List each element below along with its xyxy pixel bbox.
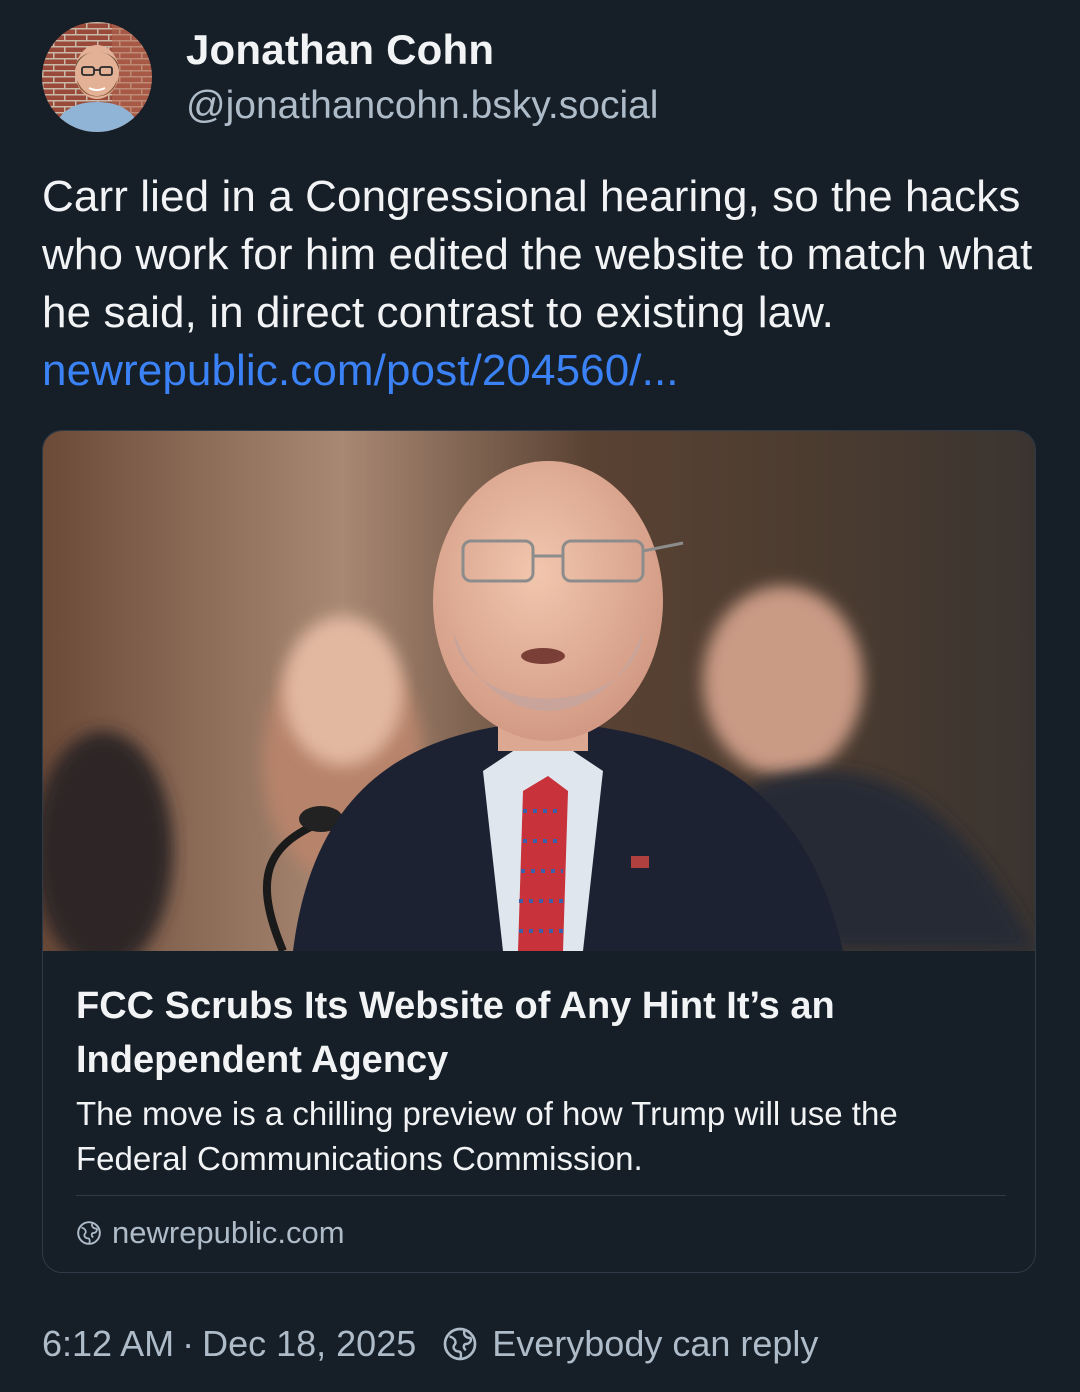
globe-icon: [443, 1327, 477, 1361]
post-text: Carr lied in a Congressional hearing, so…: [42, 172, 1033, 337]
link-preview-card[interactable]: FCC Scrubs Its Website of Any Hint It’s …: [42, 430, 1036, 1273]
reply-settings[interactable]: Everybody can reply: [442, 1323, 818, 1365]
author-display-name[interactable]: Jonathan Cohn: [186, 26, 494, 74]
author-handle[interactable]: @jonathancohn.bsky.social: [186, 84, 658, 128]
link-preview-description: The move is a chilling preview of how Tr…: [76, 1095, 898, 1177]
author-avatar[interactable]: [42, 22, 152, 132]
meta-separator: ·: [182, 1323, 195, 1364]
post-meta: 6:12 AM · Dec 18, 2025 Everybody can rep…: [42, 1320, 818, 1368]
post-date[interactable]: Dec 18, 2025: [202, 1323, 416, 1365]
link-preview-domain: newrepublic.com: [112, 1215, 345, 1250]
avatar-image: [42, 22, 152, 132]
post-thread-view: Jonathan Cohn @jonathancohn.bsky.social …: [0, 0, 1080, 1392]
link-preview-title[interactable]: FCC Scrubs Its Website of Any Hint It’s …: [76, 979, 1006, 1087]
globe-icon: [77, 1221, 101, 1245]
link-preview-image: [43, 431, 1035, 951]
post-link[interactable]: newrepublic.com/post/204560/...: [42, 346, 679, 395]
reply-settings-label: Everybody can reply: [492, 1323, 819, 1364]
post-body: Carr lied in a Congressional hearing, so…: [42, 168, 1042, 400]
link-preview-domain-row: newrepublic.com: [76, 1213, 345, 1253]
post-time[interactable]: 6:12 AM: [42, 1323, 174, 1365]
link-preview-divider: [76, 1195, 1006, 1196]
